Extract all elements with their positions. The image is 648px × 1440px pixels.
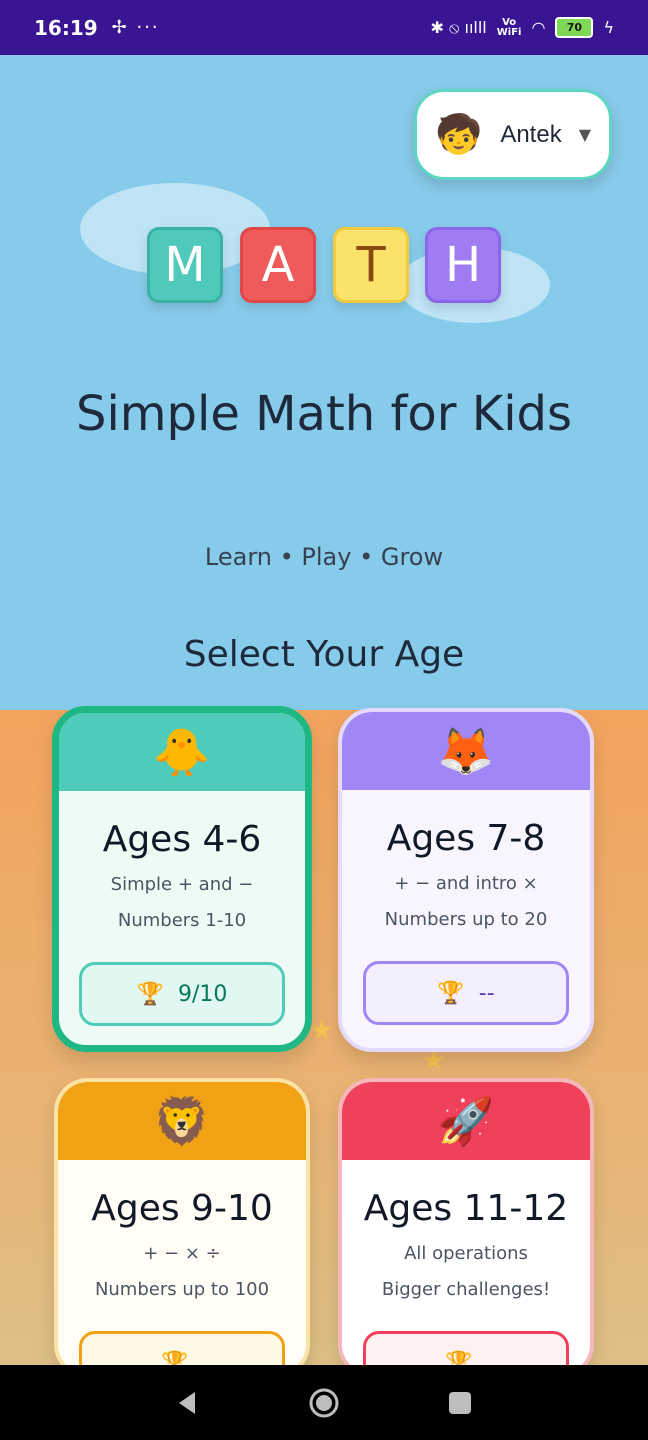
wifi-icon: ◠ bbox=[531, 18, 546, 37]
notification-icons: ✢ ··· bbox=[111, 17, 160, 38]
tagline: Learn • Play • Grow bbox=[204, 543, 444, 571]
recents-icon bbox=[449, 1391, 471, 1414]
card-title: Ages 9-10 bbox=[91, 1188, 273, 1229]
rocket-icon: 🚀 bbox=[342, 1082, 590, 1160]
card-title: Ages 11-12 bbox=[363, 1188, 569, 1229]
back-icon bbox=[179, 1391, 195, 1414]
trophy-icon: 🏆 bbox=[136, 981, 164, 1007]
logo-tile-h: H bbox=[425, 227, 501, 303]
score-badge: 🏆 9/10 bbox=[79, 962, 285, 1026]
age-card-9-10[interactable]: 🦁 Ages 9-10 + − × ÷ Numbers up to 100 🏆 bbox=[54, 1078, 310, 1378]
logo-tile-m: M bbox=[147, 227, 223, 303]
age-card-4-6[interactable]: 🐥 Ages 4-6 Simple + and − Numbers 1-10 🏆… bbox=[52, 706, 312, 1052]
card-description: Simple + and − bbox=[110, 874, 254, 895]
card-range: Numbers up to 20 bbox=[384, 909, 548, 930]
card-title: Ages 7-8 bbox=[386, 818, 546, 859]
profile-selector[interactable]: 🧒 Antek ▼ bbox=[414, 89, 612, 180]
card-description: + − × ÷ bbox=[143, 1243, 221, 1264]
avatar: 🧒 bbox=[435, 112, 483, 156]
home-icon bbox=[309, 1388, 339, 1417]
card-range: Numbers 1-10 bbox=[117, 910, 247, 931]
age-card-11-12[interactable]: 🚀 Ages 11-12 All operations Bigger chall… bbox=[338, 1078, 594, 1378]
page-title: Simple Math for Kids bbox=[75, 386, 573, 442]
lion-icon: 🦁 bbox=[58, 1082, 306, 1160]
card-description: All operations bbox=[404, 1243, 528, 1264]
charging-icon: ϟ bbox=[603, 18, 614, 37]
age-card-7-8[interactable]: 🦊 Ages 7-8 + − and intro × Numbers up to… bbox=[338, 708, 594, 1052]
status-right-icons: ✱ ⦸ ıılll Vo WiFi ◠ 70 ϟ bbox=[430, 16, 614, 38]
logo-tile-a: A bbox=[240, 227, 316, 303]
fox-icon: 🦊 bbox=[342, 712, 590, 790]
vowifi-icon: Vo WiFi bbox=[496, 16, 522, 38]
card-description: + − and intro × bbox=[394, 873, 538, 894]
system-status-icons: ✱ ⦸ ıılll bbox=[430, 17, 487, 37]
score-badge: 🏆 -- bbox=[363, 961, 569, 1025]
system-navigation-bar bbox=[0, 1365, 648, 1440]
trophy-icon: 🏆 bbox=[437, 980, 465, 1006]
score-value: -- bbox=[478, 980, 495, 1006]
card-range: Bigger challenges! bbox=[381, 1279, 551, 1300]
section-heading: Select Your Age bbox=[183, 634, 465, 675]
home-button[interactable] bbox=[304, 1383, 344, 1423]
logo-tile-t: T bbox=[333, 227, 409, 303]
card-range: Numbers up to 100 bbox=[94, 1279, 270, 1300]
chevron-down-icon: ▼ bbox=[578, 125, 591, 144]
recents-button[interactable] bbox=[440, 1383, 480, 1423]
back-button[interactable] bbox=[168, 1383, 208, 1423]
card-title: Ages 4-6 bbox=[102, 819, 262, 860]
star-decoration: ★ bbox=[310, 1016, 334, 1046]
chick-icon: 🐥 bbox=[59, 713, 305, 791]
profile-name: Antek bbox=[500, 120, 562, 148]
status-time: 16:19 bbox=[34, 15, 98, 40]
battery-icon: 70 bbox=[555, 17, 594, 38]
status-bar: 16:19 ✢ ··· ✱ ⦸ ıılll Vo WiFi ◠ 70 ϟ bbox=[0, 0, 648, 55]
score-value: 9/10 bbox=[178, 981, 228, 1007]
